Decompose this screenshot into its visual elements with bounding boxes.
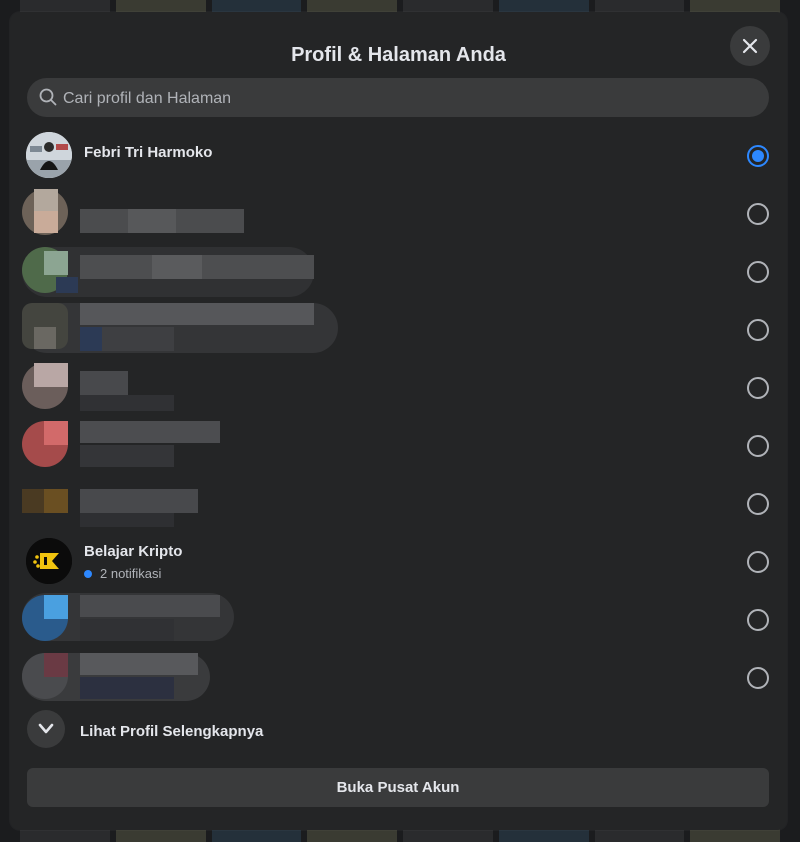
profile-radio[interactable] (747, 551, 769, 573)
notification-dot-icon (84, 569, 92, 578)
profile-radio[interactable] (747, 493, 769, 515)
profile-item-redacted[interactable] (10, 359, 787, 417)
see-more-profiles[interactable]: Lihat Profil Selengkapnya (10, 704, 787, 756)
background-content-bottom (0, 828, 800, 842)
profile-item-redacted[interactable] (10, 185, 787, 243)
profile-radio[interactable] (747, 667, 769, 689)
chevron-down-icon (38, 723, 54, 734)
profile-item-redacted[interactable] (10, 243, 787, 301)
profile-item-redacted[interactable] (10, 475, 787, 533)
account-center-button[interactable]: Buka Pusat Akun (27, 768, 769, 807)
close-icon (742, 38, 758, 54)
dialog-title: Profil & Halaman Anda (291, 44, 506, 66)
profile-item-belajar-kripto[interactable]: Belajar Kripto 2 notifikasi (10, 533, 787, 591)
profile-radio[interactable] (747, 377, 769, 399)
profile-avatar (26, 132, 72, 178)
profile-radio[interactable] (747, 319, 769, 341)
search-icon (39, 88, 57, 106)
see-more-label: Lihat Profil Selengkapnya (80, 723, 264, 740)
profile-radio[interactable] (747, 435, 769, 457)
page-avatar (26, 538, 72, 584)
page-name: Belajar Kripto (84, 543, 183, 560)
kripto-logo-icon (26, 538, 72, 584)
redacted-profile-info (22, 185, 352, 243)
redacted-profile-info (22, 649, 352, 707)
redacted-profile-info (22, 417, 352, 475)
notification-count: 2 notifikasi (84, 566, 161, 581)
profiles-dialog: Profil & Halaman Anda Febri Tri Harmoko (10, 12, 787, 830)
redacted-profile-info (22, 243, 352, 301)
search-box[interactable] (27, 78, 769, 119)
profile-radio[interactable] (747, 203, 769, 225)
search-input[interactable] (61, 78, 745, 119)
redacted-profile-info (22, 301, 352, 359)
redacted-profile-info (22, 475, 352, 533)
profile-radio-selected[interactable] (747, 145, 769, 167)
profile-item-febri[interactable]: Febri Tri Harmoko (10, 127, 787, 185)
profile-radio[interactable] (747, 609, 769, 631)
redacted-profile-info (22, 359, 352, 417)
profile-item-redacted[interactable] (10, 417, 787, 475)
close-button[interactable] (730, 26, 770, 66)
profile-item-redacted[interactable] (10, 649, 787, 707)
profile-radio[interactable] (747, 261, 769, 283)
profile-item-redacted[interactable] (10, 301, 787, 359)
profile-item-redacted[interactable] (10, 591, 787, 649)
redacted-profile-info (22, 591, 352, 649)
expand-button[interactable] (27, 710, 65, 748)
profile-name: Febri Tri Harmoko (84, 144, 213, 161)
